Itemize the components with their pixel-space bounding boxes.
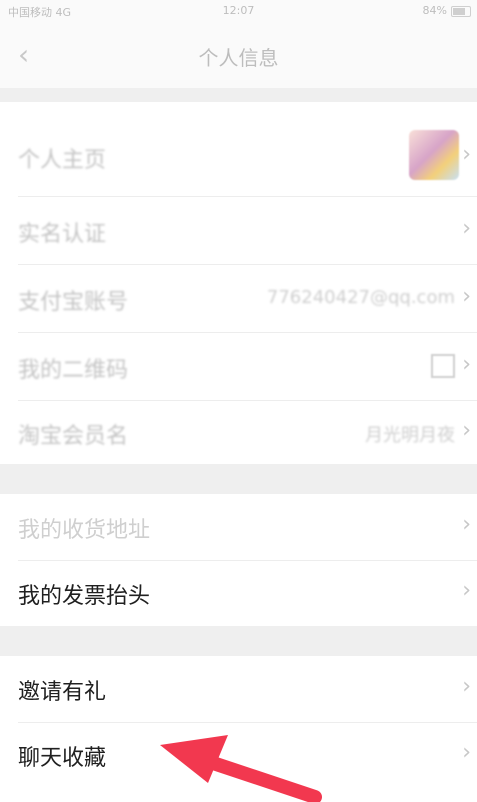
profile-section: 个人主页 › 实名认证 › 支付宝账号 776240427@qq.com › 我… — [0, 102, 477, 464]
row-invoice-title[interactable]: 我的发票抬头 › — [0, 560, 477, 626]
battery-text: 84% — [422, 4, 447, 17]
row-label: 聊天收藏 — [18, 746, 107, 771]
row-label: 我的收货地址 — [18, 518, 151, 543]
chevron-right-icon: › — [462, 142, 471, 167]
section-gap — [0, 464, 477, 494]
chevron-right-icon: › — [462, 674, 471, 699]
avatar — [409, 130, 459, 180]
chevron-right-icon: › — [462, 352, 471, 377]
qr-code-icon — [431, 354, 455, 378]
row-label: 邀请有礼 — [18, 680, 107, 705]
chevron-right-icon: › — [462, 216, 471, 241]
row-label: 支付宝账号 — [18, 290, 129, 315]
row-label: 淘宝会员名 — [18, 424, 129, 449]
chevron-right-icon: › — [462, 512, 471, 537]
status-bar: 中国移动 4G 12:07 84% — [0, 0, 477, 22]
section-gap — [0, 626, 477, 656]
arrow-head — [160, 735, 228, 783]
row-value: 776240427@qq.com — [266, 287, 455, 308]
row-label: 我的二维码 — [18, 358, 129, 383]
row-personal-homepage[interactable]: 个人主页 › — [0, 124, 477, 190]
address-section: 我的收货地址 › 我的发票抬头 › — [0, 494, 477, 626]
page-title: 个人信息 — [198, 46, 279, 70]
row-alipay-account[interactable]: 支付宝账号 776240427@qq.com › — [0, 266, 477, 332]
chevron-right-icon: › — [462, 578, 471, 603]
row-real-name-auth[interactable]: 实名认证 › — [0, 198, 477, 264]
chevron-right-icon: › — [462, 740, 471, 765]
row-shipping-address[interactable]: 我的收货地址 › — [0, 494, 477, 560]
divider — [18, 332, 477, 333]
chevron-right-icon: › — [462, 418, 471, 443]
row-label: 个人主页 — [18, 148, 107, 173]
row-taobao-member-name[interactable]: 淘宝会员名 月光明月夜 › — [0, 400, 477, 466]
divider — [18, 264, 477, 265]
section-gap — [0, 88, 477, 102]
chevron-right-icon: › — [462, 284, 471, 309]
row-label: 实名认证 — [18, 222, 107, 247]
time-text: 12:07 — [222, 4, 255, 17]
divider — [18, 196, 477, 197]
nav-bar: ‹ 个人信息 — [0, 22, 477, 88]
annotation-arrow-icon — [160, 735, 322, 802]
row-label: 我的发票抬头 — [18, 584, 151, 609]
row-invite-gift[interactable]: 邀请有礼 › — [0, 656, 477, 722]
battery-icon — [451, 6, 471, 17]
row-value: 月光明月夜 — [365, 425, 455, 446]
row-my-qr-code[interactable]: 我的二维码 › — [0, 334, 477, 400]
